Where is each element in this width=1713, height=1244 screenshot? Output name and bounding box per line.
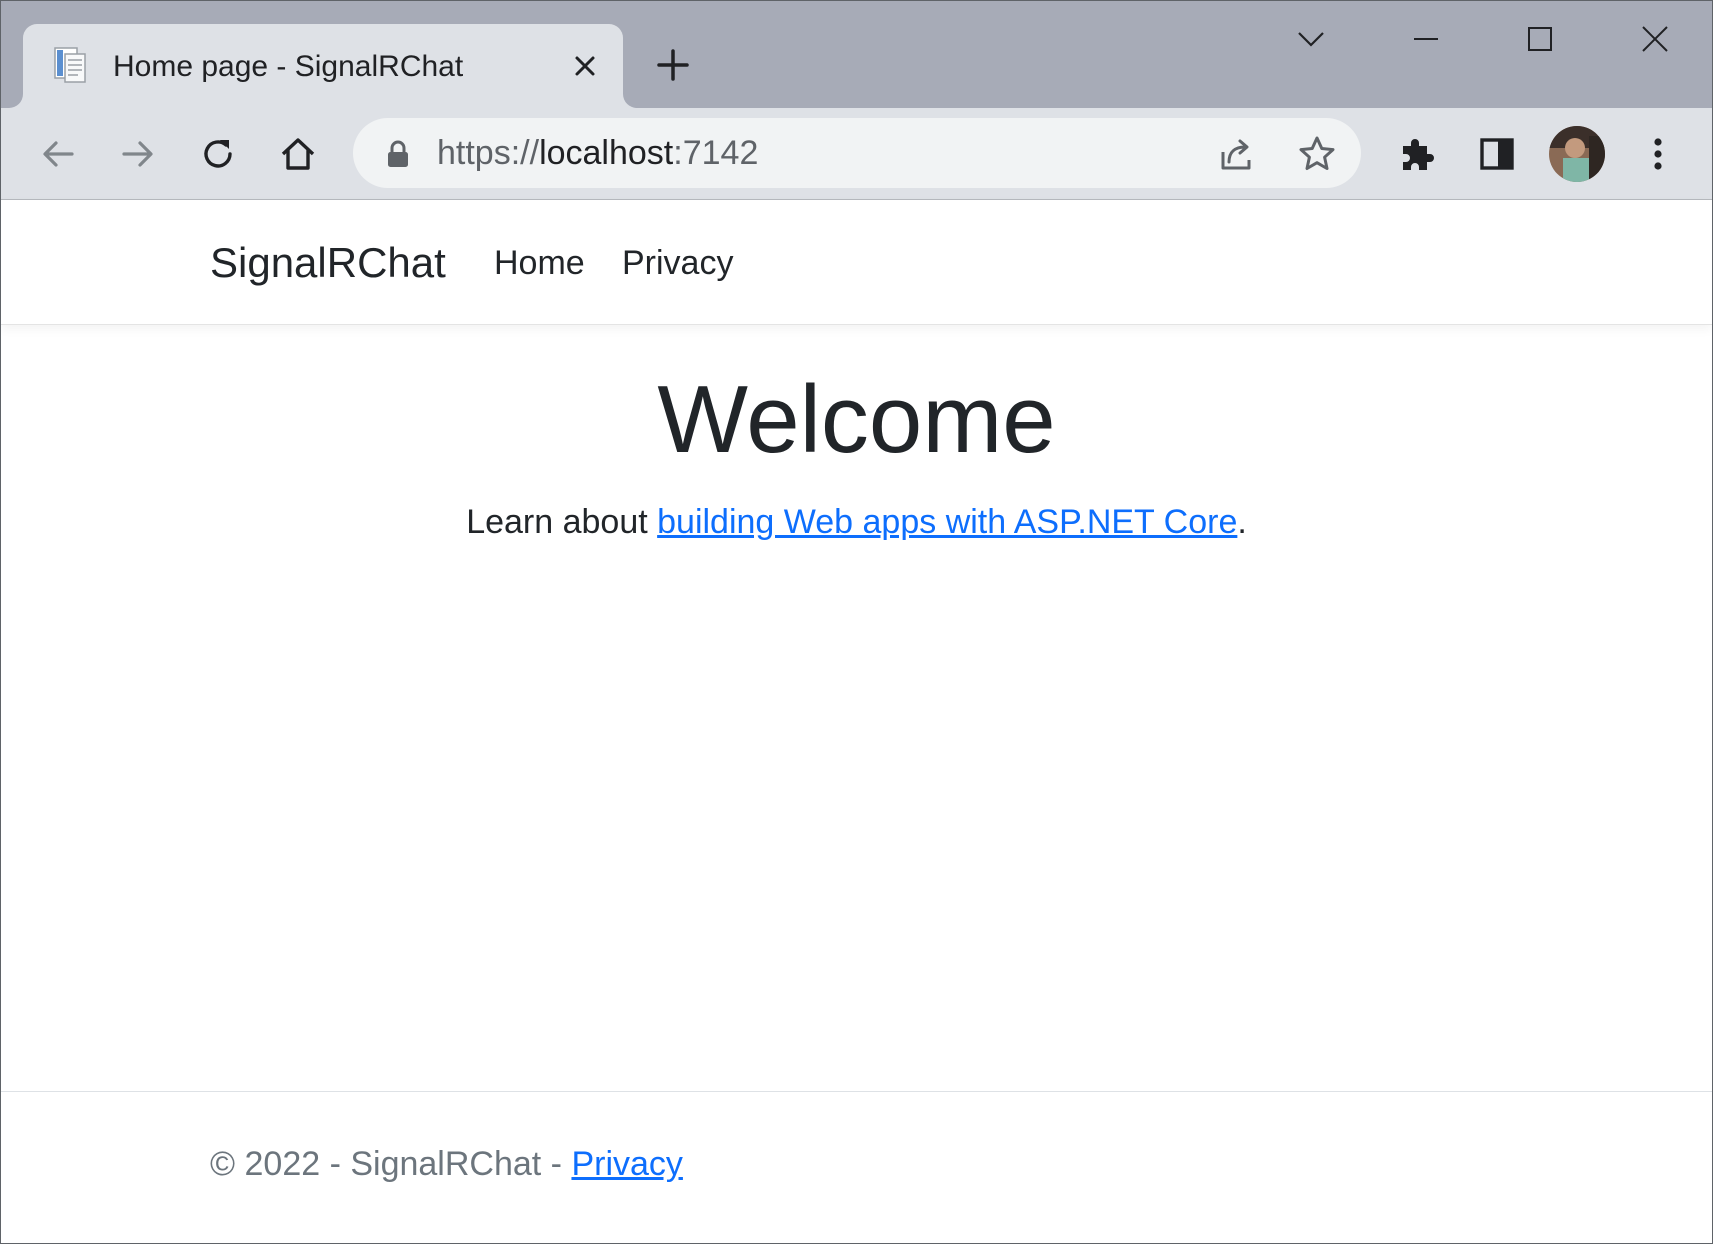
maximize-icon[interactable]: [1520, 19, 1560, 59]
window-close-icon[interactable]: [1635, 19, 1675, 59]
brand-link[interactable]: SignalRChat: [210, 238, 446, 288]
back-arrow-icon[interactable]: [36, 132, 80, 176]
profile-avatar[interactable]: [1549, 126, 1605, 182]
footer-text: © 2022 - SignalRChat - Privacy: [210, 1142, 683, 1186]
tab-search-chevron-icon[interactable]: [1291, 19, 1331, 59]
new-tab-plus-icon[interactable]: [653, 45, 693, 85]
nav-link-privacy[interactable]: Privacy: [622, 242, 733, 284]
url-port: :7142: [673, 134, 759, 172]
avatar-photo-icon: [1549, 126, 1605, 182]
reload-icon[interactable]: [196, 132, 240, 176]
home-icon[interactable]: [276, 132, 320, 176]
footer-privacy-link[interactable]: Privacy: [571, 1145, 682, 1183]
minimize-icon[interactable]: [1406, 19, 1446, 59]
site-navbar: SignalRChat Home Privacy: [1, 200, 1712, 325]
puzzle-icon[interactable]: [1395, 132, 1439, 176]
address-bar[interactable]: https://localhost:7142: [353, 118, 1361, 188]
side-panel-icon[interactable]: [1475, 132, 1519, 176]
url-host: localhost: [539, 134, 674, 172]
learn-paragraph: Learn about building Web apps with ASP.N…: [1, 500, 1712, 544]
page-favicon-icon: [54, 47, 86, 83]
close-icon[interactable]: [571, 52, 599, 80]
tab-active[interactable]: Home page - SignalRChat: [23, 24, 623, 108]
learn-suffix: .: [1237, 503, 1247, 541]
star-icon[interactable]: [1295, 132, 1339, 176]
nav-link-home[interactable]: Home: [494, 242, 585, 284]
lock-icon[interactable]: [385, 140, 411, 168]
url-text[interactable]: https://localhost:7142: [437, 132, 758, 174]
footer-copyright: © 2022 - SignalRChat -: [210, 1145, 572, 1183]
learn-link[interactable]: building Web apps with ASP.NET Core: [657, 503, 1237, 541]
tab-title: Home page - SignalRChat: [113, 50, 464, 83]
site-footer: © 2022 - SignalRChat - Privacy: [1, 1091, 1712, 1243]
learn-prefix: Learn about: [466, 503, 658, 541]
forward-arrow-icon[interactable]: [116, 132, 160, 176]
browser-window: Home page - SignalRChat https://localhos…: [0, 0, 1713, 1244]
web-page: SignalRChat Home Privacy Welcome Learn a…: [1, 200, 1712, 1243]
share-icon[interactable]: [1215, 132, 1259, 176]
url-scheme: https://: [437, 134, 540, 172]
kebab-menu-icon[interactable]: [1636, 132, 1680, 176]
browser-toolbar: https://localhost:7142: [1, 108, 1712, 200]
tab-strip: Home page - SignalRChat: [1, 1, 1712, 108]
page-title: Welcome: [657, 366, 1056, 473]
